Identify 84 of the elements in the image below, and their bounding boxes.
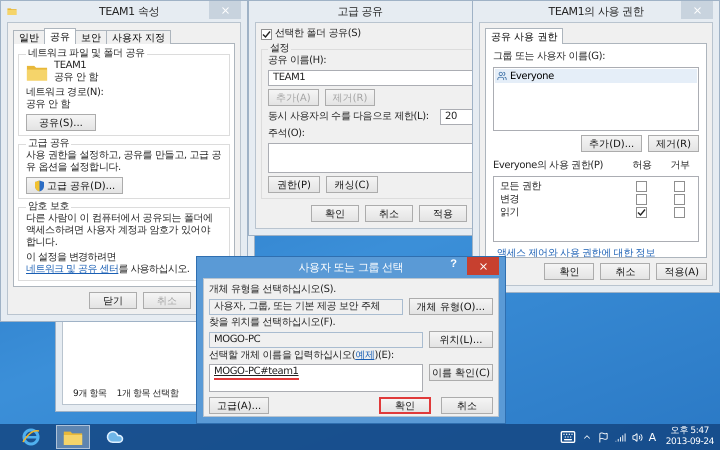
field-label: 개체 유형을 선택하십시오(S). (209, 284, 337, 296)
advanced-button[interactable]: 고급(A)... (209, 397, 270, 414)
path-label: 네트워크 경로(N): (26, 87, 104, 99)
permission-name: 읽기 (500, 206, 520, 218)
field-label: 찾을 위치를 선택하십시오(F). (209, 317, 336, 329)
dialog-button[interactable]: 적용 (419, 205, 467, 222)
users-icon (497, 71, 507, 81)
dialog-button[interactable]: 닫기 (89, 292, 137, 309)
close-icon (692, 4, 702, 16)
description: 사용 권한을 설정하고, 공유를 만들고, 고급 공유 옵션을 설정합니다. (26, 150, 222, 174)
folder-icon (63, 428, 83, 446)
dialog-button[interactable]: 확인 (544, 263, 594, 280)
keyboard-icon[interactable] (560, 429, 576, 445)
network-center-link[interactable]: 네트워크 및 공유 센터 (26, 264, 118, 275)
column-header: 거부 (669, 160, 691, 172)
window-title: TEAM1 속성 (99, 4, 159, 19)
shield-icon (34, 180, 45, 192)
close-icon (220, 4, 230, 16)
checkbox[interactable] (636, 181, 646, 192)
user-button[interactable]: 제거(R) (648, 135, 699, 152)
flag-icon[interactable] (598, 432, 609, 442)
checkbox[interactable] (636, 207, 646, 218)
group-title: 고급 공유 (27, 138, 70, 150)
option-button[interactable]: 권한(P) (268, 176, 320, 193)
group-title: 암호 보호 (27, 201, 70, 213)
dialog-button[interactable]: 적용(A) (656, 263, 707, 280)
dialog-button[interactable]: 취소 (600, 263, 650, 280)
share-status: 공유 안 함 (54, 72, 98, 84)
object-type-button[interactable]: 개체 유형(O)... (408, 298, 493, 315)
list-label: 그룹 또는 사용자 이름(G): (493, 51, 606, 63)
share-button[interactable]: 공유(S)... (26, 114, 96, 131)
field-label: 동시 사용자의 수를 다음으로 제한(L): (268, 111, 429, 123)
group-title: 설정 (269, 43, 290, 55)
ok-button[interactable]: 확인 (379, 397, 431, 414)
clock-date: 2013-09-24 (666, 437, 714, 448)
list-label: Everyone의 사용 권한(P) (493, 160, 604, 172)
user-list-item[interactable]: Everyone (495, 69, 697, 83)
tab[interactable]: 사용자 지정 (106, 30, 172, 44)
permission-name: 변경 (500, 194, 520, 206)
location-field: MOGO-PC (209, 332, 423, 348)
check-names-button[interactable]: 이름 확인(C) (429, 364, 493, 381)
tab[interactable]: 보안 (75, 30, 107, 44)
checkbox-label: 선택한 폴더 공유(S) (275, 28, 361, 40)
checkbox[interactable] (674, 194, 684, 205)
permission-name: 모든 권한 (500, 180, 542, 192)
folder-name: TEAM1 (54, 60, 88, 72)
description: 다른 사람이 이 컴퓨터에서 공유되는 폴더에 액세스하려면 사용자 계정과 암호가 있어야 합니다. (26, 213, 214, 249)
object-type-field: 사용자, 그룹, 또는 기본 제공 보안 주체 (209, 298, 403, 314)
group-title: 네트워크 파일 및 폴더 공유 (27, 48, 146, 60)
column-header: 허용 (631, 160, 653, 172)
status-text: 9개 항목 (73, 388, 107, 400)
status-text: 1개 항목 선택함 (116, 388, 178, 400)
user-button[interactable]: 추가(D)... (581, 135, 642, 152)
close-icon (478, 260, 488, 272)
window-title: 고급 공유 (337, 4, 383, 19)
field-label: 선택할 개체 이름을 입력하십시오(예제)(E): (209, 350, 395, 362)
checkbox[interactable] (674, 207, 684, 218)
object-name-field[interactable]: MOGO-PC#team1 (209, 364, 423, 392)
checkbox[interactable] (674, 181, 684, 192)
volume-icon[interactable] (632, 432, 643, 442)
close-button[interactable] (467, 257, 499, 275)
dialog-button[interactable]: 취소 (365, 205, 413, 222)
folder-icon (7, 7, 17, 16)
file-explorer-button[interactable] (56, 425, 90, 449)
checkbox[interactable] (636, 194, 646, 205)
window-title: TEAM1의 사용 권한 (548, 4, 644, 19)
field-label: 주석(O): (268, 128, 306, 140)
clock[interactable]: 오후 5:47 2013-09-24 (666, 426, 714, 448)
window-title: 사용자 또는 그룹 선택 (298, 260, 404, 275)
examples-link[interactable]: 예제 (355, 350, 374, 361)
tab[interactable]: 일반 (13, 30, 45, 44)
option-button[interactable]: 캐싱(C) (326, 176, 378, 193)
tab[interactable]: 공유 사용 권한 (485, 28, 564, 44)
input-mode-indicator[interactable]: A (648, 430, 656, 444)
instruction-text: 이 설정을 변경하려면 네트워크 및 공유 센터를 사용하십시오. (26, 252, 190, 276)
dialog-button[interactable]: 확인 (311, 205, 359, 222)
tab[interactable]: 공유 (44, 28, 76, 44)
checkbox[interactable] (261, 28, 272, 40)
path-value: 공유 안 함 (26, 99, 72, 111)
location-button[interactable]: 위치(L)... (429, 331, 493, 348)
cancel-button[interactable]: 취소 (441, 397, 493, 414)
field-label: 공유 이름(H): (268, 55, 328, 67)
clock-time: 오후 5:47 (670, 426, 709, 437)
advanced-sharing-button[interactable]: 고급 공유(D)... (26, 177, 124, 194)
